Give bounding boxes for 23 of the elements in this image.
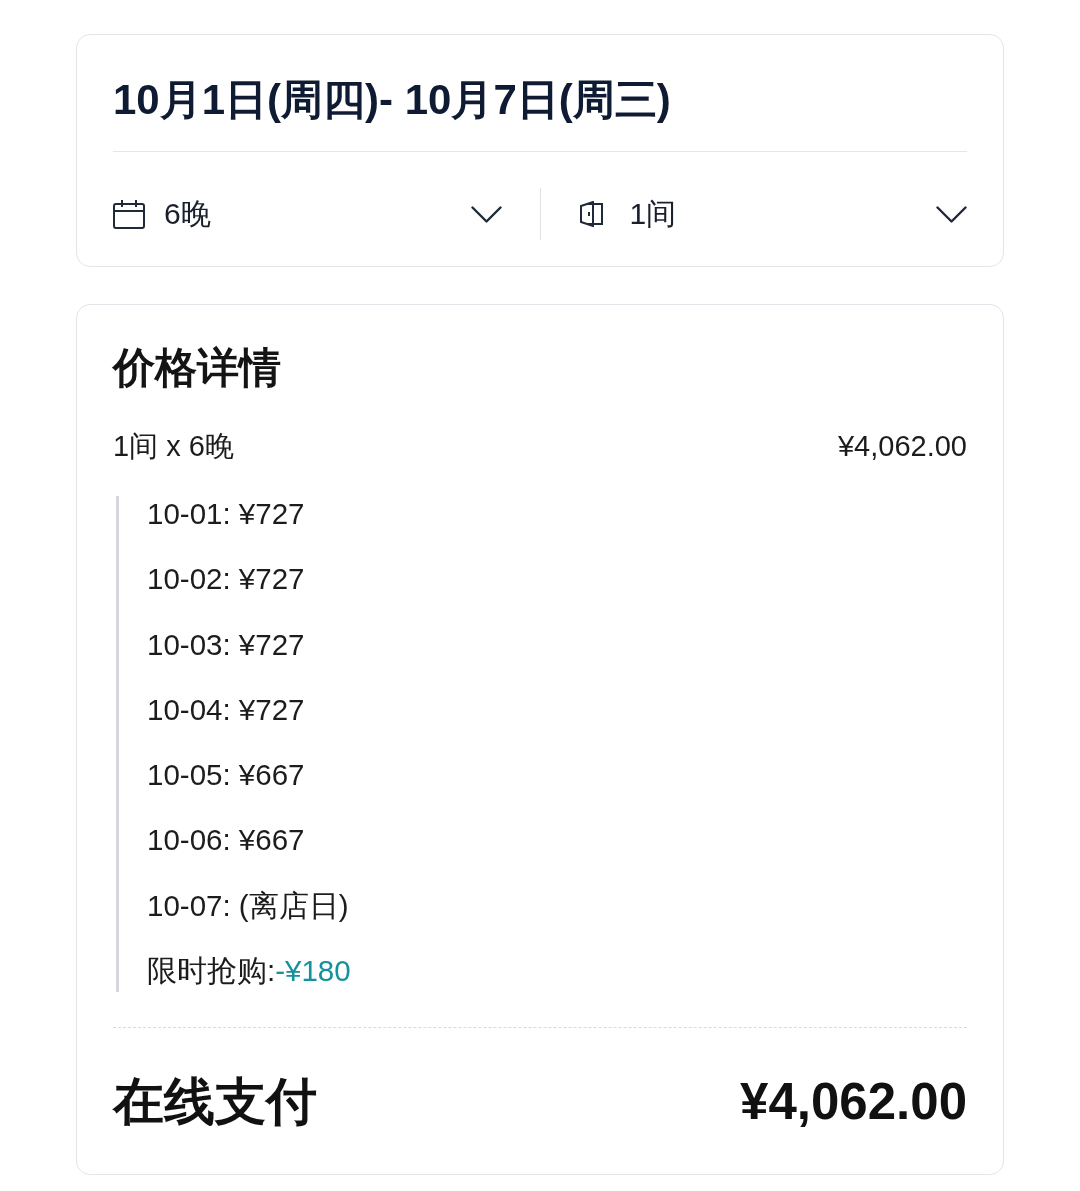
dropdown-value: 6晚 (164, 196, 211, 232)
total-amount: ¥4,062.00 (740, 1072, 967, 1133)
discount-amount: -¥180 (275, 953, 351, 990)
room-night-summary: 1间 x 6晚 (113, 429, 234, 464)
online-payment-label: 在线支付 (113, 1072, 317, 1133)
chevron-down-icon (936, 205, 967, 223)
subtotal-amount: ¥4,062.00 (838, 429, 967, 464)
chevron-down-icon (470, 205, 502, 223)
price-details-heading: 价格详情 (113, 343, 281, 393)
nightly-rate: 10-03: ¥727 (147, 626, 305, 663)
nightly-rate: 10-04: ¥727 (147, 691, 305, 728)
calendar-icon (113, 199, 145, 229)
nightly-rate: 10-05: ¥667 (147, 757, 305, 794)
door-icon (578, 201, 604, 227)
rooms-dropdown[interactable]: 1间 (578, 188, 967, 240)
date-range-title: 10月1日(周四)- 10月7日(周三) (113, 75, 671, 125)
nights-dropdown[interactable]: 6晚 (113, 188, 502, 240)
dropdown-value: 1间 (629, 196, 677, 232)
nightly-rate: 10-01: ¥727 (147, 496, 305, 532)
discount-label: 限时抢购: (147, 953, 276, 990)
nightly-rate: 10-06: ¥667 (147, 822, 305, 859)
nightly-rate: 10-07: (离店日) (147, 887, 349, 924)
nightly-rate: 10-02: ¥727 (147, 561, 305, 598)
